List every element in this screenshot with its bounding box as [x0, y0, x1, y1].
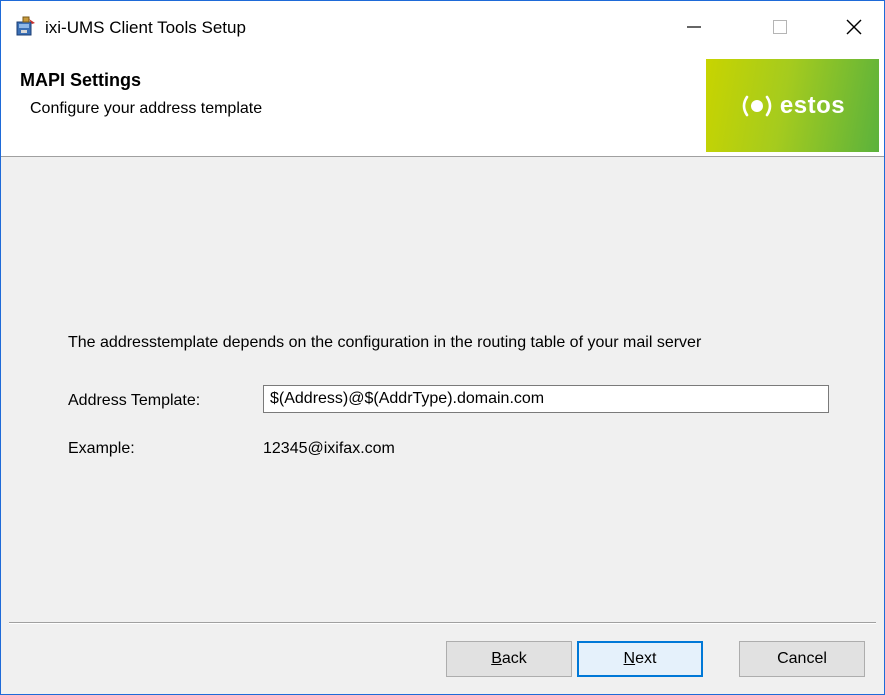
page-subtitle: Configure your address template — [30, 100, 263, 117]
header-banner: MAPI Settings Configure your address tem… — [1, 57, 884, 157]
example-label: Example: — [68, 440, 135, 457]
maximize-button[interactable] — [750, 1, 810, 57]
logo-mark-icon — [742, 95, 772, 116]
back-mnemonic: B — [491, 650, 502, 667]
info-text: The addresstemplate depends on the confi… — [68, 334, 702, 351]
title-bar[interactable]: ixi-UMS Client Tools Setup — [1, 1, 884, 57]
next-button[interactable]: Next — [577, 641, 703, 677]
estos-logo: estos — [706, 59, 879, 152]
page-title: MAPI Settings — [20, 70, 142, 90]
address-template-input[interactable] — [263, 385, 829, 413]
footer-divider — [9, 622, 876, 624]
next-label: ext — [635, 650, 657, 667]
cancel-button[interactable]: Cancel — [739, 641, 865, 677]
setup-window: ixi-UMS Client Tools Setup MAPI Settings… — [0, 0, 885, 695]
close-button[interactable] — [824, 1, 884, 57]
window-title: ixi-UMS Client Tools Setup — [45, 18, 246, 37]
minimize-icon — [686, 19, 702, 40]
minimize-button[interactable] — [664, 1, 724, 57]
installer-icon — [15, 15, 37, 37]
cancel-label: Cancel — [777, 650, 827, 667]
close-icon — [845, 18, 863, 41]
back-button[interactable]: Back — [446, 641, 572, 677]
logo-text: estos — [779, 91, 846, 119]
next-mnemonic: N — [623, 650, 636, 667]
example-value: 12345@ixifax.com — [263, 440, 395, 457]
address-template-label: Address Template: — [68, 392, 201, 409]
back-label: ack — [501, 650, 527, 667]
maximize-icon — [772, 19, 788, 40]
